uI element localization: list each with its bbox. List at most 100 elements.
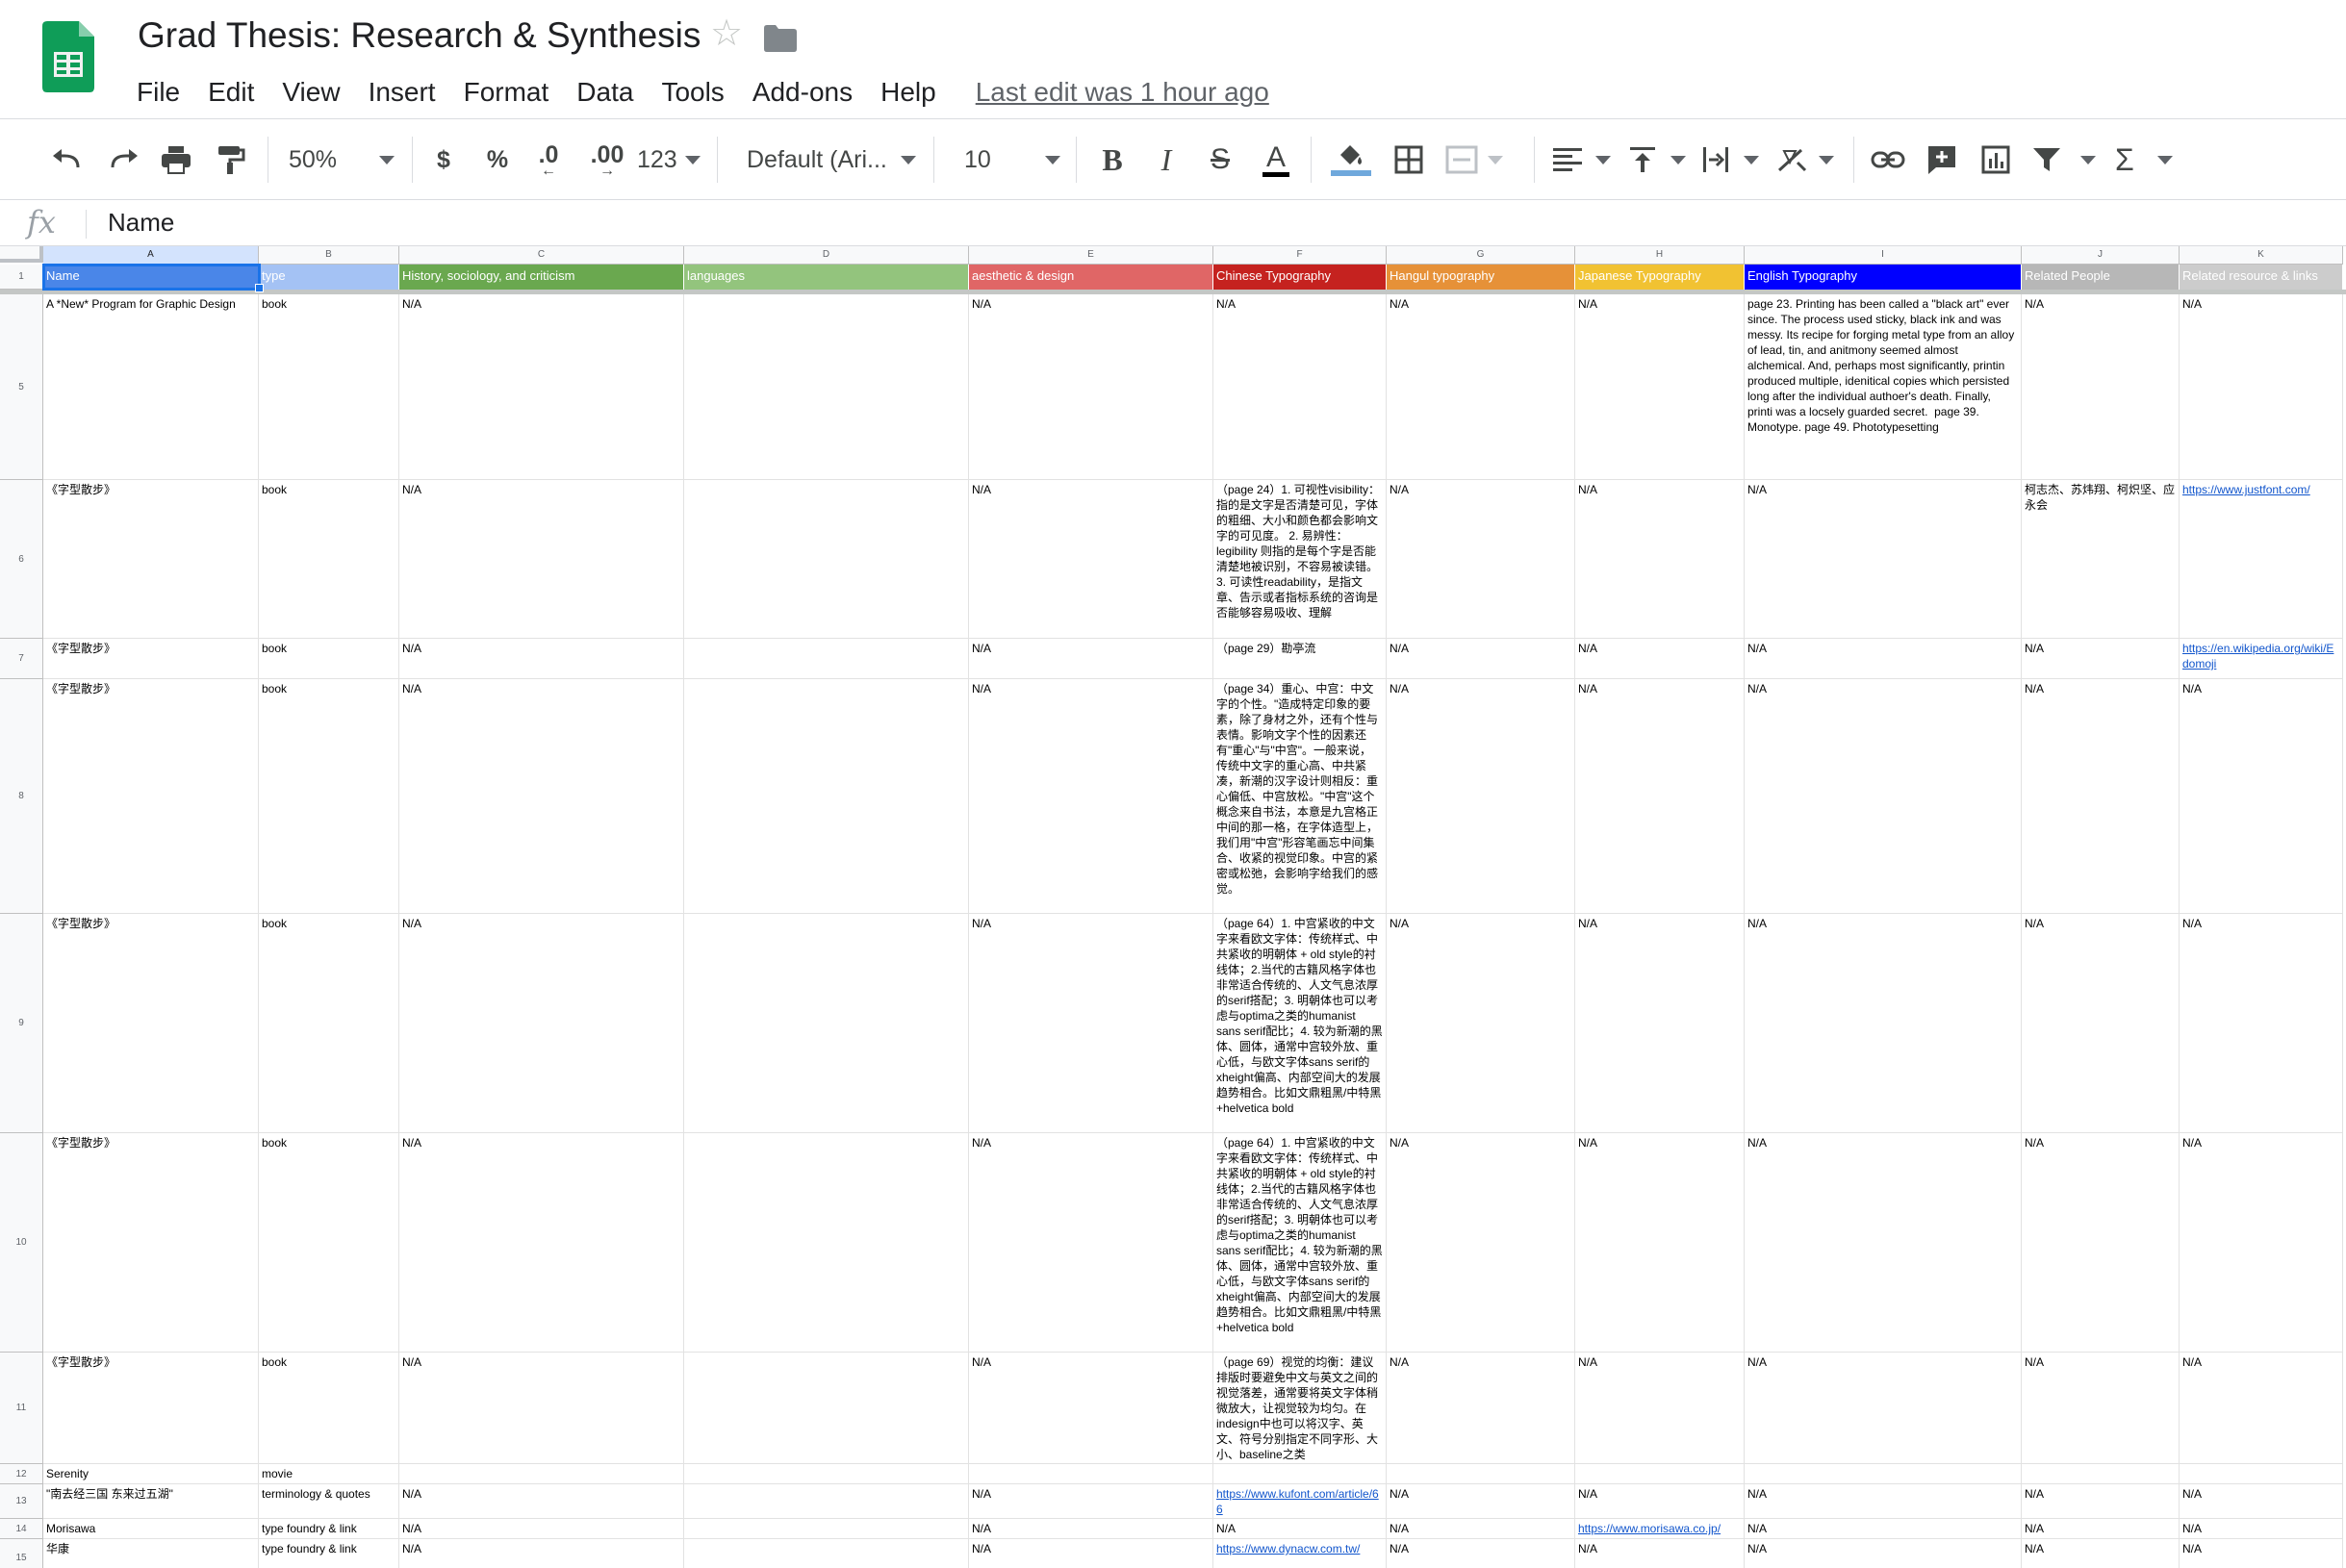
header-cell-chinese[interactable]: Chinese Typography: [1213, 265, 1387, 290]
cell-people[interactable]: N/A: [2022, 679, 2180, 914]
currency-format-button[interactable]: $: [429, 119, 458, 200]
decrease-decimal-button[interactable]: .0 ←: [531, 119, 566, 200]
font-size-select[interactable]: 10: [964, 119, 1060, 200]
cell-name[interactable]: Morisawa: [43, 1519, 259, 1539]
header-cell-people[interactable]: Related People: [2022, 265, 2180, 290]
cell-history[interactable]: N/A: [399, 1484, 684, 1519]
column-header-g[interactable]: G: [1387, 246, 1575, 265]
column-header-b[interactable]: B: [259, 246, 399, 265]
more-formats-select[interactable]: 123: [637, 119, 701, 200]
strikethrough-icon[interactable]: S: [1203, 119, 1237, 200]
cell-link[interactable]: https://www.justfont.com/: [2182, 483, 2310, 496]
header-cell-japanese[interactable]: Japanese Typography: [1575, 265, 1745, 290]
cell-japanese[interactable]: N/A: [1575, 480, 1745, 639]
cell-resources[interactable]: [2180, 1464, 2343, 1484]
cell-resources[interactable]: https://en.wikipedia.org/wiki/Edomoji: [2180, 639, 2343, 679]
cell-link[interactable]: https://www.dynacw.com.tw/: [1216, 1542, 1360, 1555]
italic-icon[interactable]: I: [1149, 119, 1184, 200]
cell-people[interactable]: N/A: [2022, 639, 2180, 679]
cell-name[interactable]: Serenity: [43, 1464, 259, 1484]
cell-hangul[interactable]: N/A: [1387, 1519, 1575, 1539]
undo-icon[interactable]: [48, 119, 87, 200]
cell-history[interactable]: N/A: [399, 480, 684, 639]
column-header-a[interactable]: A: [43, 246, 259, 265]
row-header[interactable]: 6: [0, 480, 43, 639]
borders-icon[interactable]: [1391, 119, 1426, 200]
increase-decimal-button[interactable]: .00 →: [585, 119, 629, 200]
cell-resources[interactable]: N/A: [2180, 1133, 2343, 1353]
menu-add-ons[interactable]: Add-ons: [752, 77, 853, 108]
star-icon[interactable]: ☆: [710, 15, 743, 52]
cell-chinese[interactable]: N/A: [1213, 294, 1387, 480]
cell-people[interactable]: N/A: [2022, 1539, 2180, 1568]
cell-type[interactable]: movie: [259, 1464, 399, 1484]
cell-name[interactable]: 《字型散步》: [43, 679, 259, 914]
cell-japanese[interactable]: N/A: [1575, 1484, 1745, 1519]
cell-name[interactable]: 《字型散步》: [43, 1133, 259, 1353]
cell-languages[interactable]: [684, 1464, 969, 1484]
cell-history[interactable]: N/A: [399, 1133, 684, 1353]
cell-resources[interactable]: N/A: [2180, 1484, 2343, 1519]
header-cell-languages[interactable]: languages: [684, 265, 969, 290]
cell-history[interactable]: N/A: [399, 1539, 684, 1568]
cell-japanese[interactable]: [1575, 1464, 1745, 1484]
functions-icon[interactable]: Σ: [2115, 119, 2173, 200]
cell-chinese[interactable]: （page 64）1. 中宫紧收的中文字来看欧文字体：传统样式、中共紧收的明朝体…: [1213, 914, 1387, 1133]
cell-hangul[interactable]: N/A: [1387, 639, 1575, 679]
cell-languages[interactable]: [684, 1539, 969, 1568]
text-wrapping-icon[interactable]: [1701, 119, 1759, 200]
cell-languages[interactable]: [684, 1484, 969, 1519]
horizontal-align-icon[interactable]: [1553, 119, 1611, 200]
cell-people[interactable]: N/A: [2022, 914, 2180, 1133]
insert-link-icon[interactable]: [1869, 119, 1907, 200]
row-header[interactable]: 14: [0, 1519, 43, 1539]
cell-chinese[interactable]: （page 29）勘亭流: [1213, 639, 1387, 679]
cell-type[interactable]: book: [259, 480, 399, 639]
cell-name[interactable]: "南去经三国 东来过五湖": [43, 1484, 259, 1519]
menu-file[interactable]: File: [137, 77, 180, 108]
cell-type[interactable]: book: [259, 679, 399, 914]
header-cell-type[interactable]: type: [259, 265, 399, 290]
cell-people[interactable]: N/A: [2022, 1353, 2180, 1464]
cell-english[interactable]: N/A: [1745, 639, 2022, 679]
menu-format[interactable]: Format: [464, 77, 549, 108]
menu-tools[interactable]: Tools: [661, 77, 724, 108]
cell-chinese[interactable]: https://www.dynacw.com.tw/: [1213, 1539, 1387, 1568]
row-header[interactable]: 13: [0, 1484, 43, 1519]
cell-english[interactable]: N/A: [1745, 1353, 2022, 1464]
bold-icon[interactable]: B: [1095, 119, 1130, 200]
text-color-button[interactable]: A: [1259, 119, 1293, 200]
column-header-f[interactable]: F: [1213, 246, 1387, 265]
cell-name[interactable]: A *New* Program for Graphic Design: [43, 294, 259, 480]
row-header[interactable]: 1: [0, 265, 43, 290]
cell-people[interactable]: N/A: [2022, 294, 2180, 480]
cell-english[interactable]: [1745, 1464, 2022, 1484]
cell-resources[interactable]: N/A: [2180, 679, 2343, 914]
cell-resources[interactable]: N/A: [2180, 1519, 2343, 1539]
cell-aesthetic[interactable]: N/A: [969, 679, 1213, 914]
cell-type[interactable]: type foundry & link: [259, 1519, 399, 1539]
filter-icon[interactable]: [2032, 119, 2096, 200]
cell-type[interactable]: book: [259, 294, 399, 480]
cell-hangul[interactable]: N/A: [1387, 480, 1575, 639]
cell-aesthetic[interactable]: N/A: [969, 639, 1213, 679]
cell-history[interactable]: N/A: [399, 1519, 684, 1539]
frozen-row-divider[interactable]: [0, 290, 2346, 294]
cell-resources[interactable]: N/A: [2180, 1539, 2343, 1568]
column-header-j[interactable]: J: [2022, 246, 2180, 265]
row-header[interactable]: 12: [0, 1464, 43, 1484]
cell-people[interactable]: [2022, 1464, 2180, 1484]
cell-name[interactable]: 《字型散步》: [43, 1353, 259, 1464]
cell-name[interactable]: 《字型散步》: [43, 914, 259, 1133]
cell-languages[interactable]: [684, 914, 969, 1133]
cell-type[interactable]: terminology & quotes: [259, 1484, 399, 1519]
cell-aesthetic[interactable]: N/A: [969, 1133, 1213, 1353]
column-header-c[interactable]: C: [399, 246, 684, 265]
cell-hangul[interactable]: [1387, 1464, 1575, 1484]
cell-type[interactable]: book: [259, 1133, 399, 1353]
zoom-select[interactable]: 50%: [289, 119, 395, 200]
menu-insert[interactable]: Insert: [369, 77, 436, 108]
cell-hangul[interactable]: N/A: [1387, 914, 1575, 1133]
cell-aesthetic[interactable]: N/A: [969, 914, 1213, 1133]
header-cell-resources[interactable]: Related resource & links: [2180, 265, 2343, 290]
